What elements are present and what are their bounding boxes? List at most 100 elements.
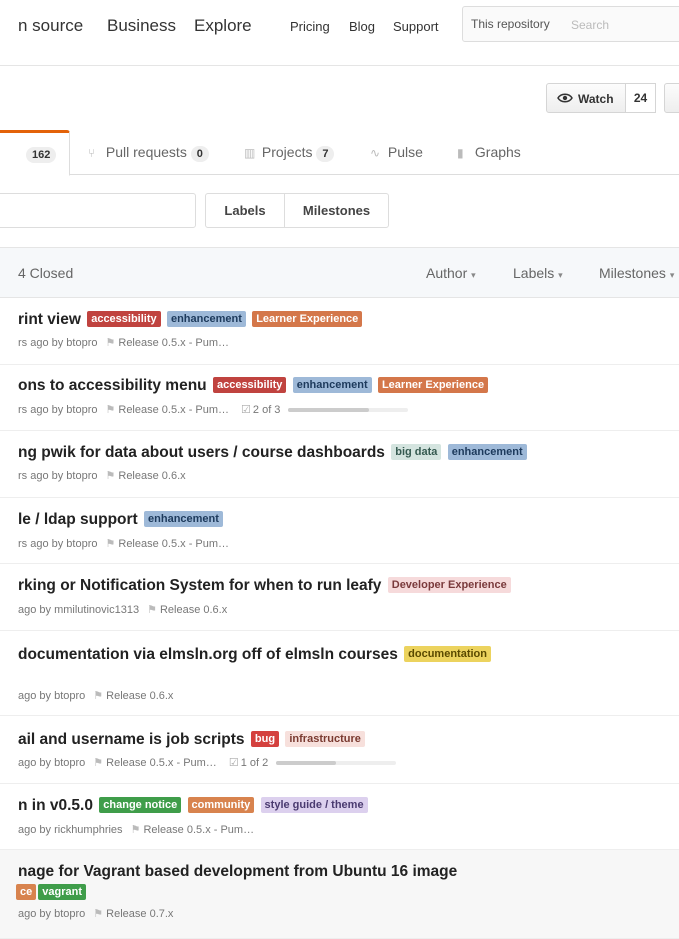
issue-label-infrastructure[interactable]: infrastructure <box>285 731 365 747</box>
issues-counter: 162 <box>26 147 57 163</box>
issue-opened-by: ago by mmilutinovic1313 <box>18 604 140 616</box>
labels-filter[interactable]: Labels ▾ <box>513 265 563 281</box>
issue-milestone-link[interactable]: Release 0.6.x <box>160 604 227 616</box>
milestone-icon: ⚑ <box>105 538 116 550</box>
issue-row: ons to accessibility menu accessibility … <box>0 365 679 431</box>
issue-title-link[interactable]: ng pwik for data about users / course da… <box>18 444 385 461</box>
issue-title-link[interactable]: n in v0.5.0 <box>18 797 93 814</box>
issue-title-link[interactable]: nage for Vagrant based development from … <box>18 863 457 880</box>
pulls-counter: 0 <box>190 146 209 162</box>
watch-button[interactable]: Watch <box>546 83 626 113</box>
issue-label-enhancement[interactable]: enhancement <box>447 444 527 460</box>
issue-title-line: le / ldap support enhancement <box>18 511 223 529</box>
task-progress-text: 2 of 3 <box>252 404 281 416</box>
caret-down-icon: ▾ <box>471 270 476 280</box>
milestone-icon: ⚑ <box>93 757 104 769</box>
issue-meta: rs ago by btopro ⚑ Release 0.5.x - Pum… <box>18 537 229 550</box>
issue-opened-by: rs ago by btopro <box>18 404 98 416</box>
issue-title-link[interactable]: rint view <box>18 311 81 328</box>
issue-title-line: ng pwik for data about users / course da… <box>18 444 527 462</box>
issue-milestone-link[interactable]: Release 0.5.x - Pum… <box>118 404 229 416</box>
nav-blog[interactable]: Blog <box>349 19 375 34</box>
issue-milestone-link[interactable]: Release 0.5.x - Pum… <box>143 824 254 836</box>
issue-milestone-link[interactable]: Release 0.5.x - Pum… <box>118 337 229 349</box>
issue-label-styleguide[interactable]: style guide / theme <box>260 797 368 813</box>
issue-label-bug[interactable]: bug <box>250 731 280 747</box>
issue-label-enhancement[interactable]: enhancement <box>292 377 372 393</box>
issue-label-accessibility[interactable]: accessibility <box>212 377 287 393</box>
issue-title-link[interactable]: ail and username is job scripts <box>18 731 245 748</box>
issue-milestone-link[interactable]: Release 0.5.x - Pum… <box>106 757 217 769</box>
task-progress-text: 1 of 2 <box>240 757 269 769</box>
issue-row: le / ldap support enhancement rs ago by b… <box>0 498 679 564</box>
milestone-icon: ⚑ <box>93 908 104 920</box>
issue-label-enhancement[interactable]: enhancement <box>166 311 246 327</box>
issue-title-line: rint view accessibility enhancement Lear… <box>18 311 363 329</box>
tab-issues[interactable]: 162 <box>0 130 70 176</box>
repo-tabs: 162 ⑂ Pull requests 0 ▥ Projects 7 ∿ Pul… <box>0 130 679 176</box>
issue-milestone-link[interactable]: Release 0.5.x - Pum… <box>118 538 229 550</box>
author-filter-label: Author <box>426 265 468 281</box>
nav-open-source[interactable]: n source <box>18 16 83 36</box>
labels-button[interactable]: Labels <box>205 193 285 228</box>
caret-down-icon: ▾ <box>669 270 675 280</box>
star-button[interactable] <box>664 83 679 113</box>
issue-label-ce[interactable]: ce <box>16 884 37 900</box>
search-input[interactable]: This repository Search <box>462 6 679 42</box>
issue-label-changenotice[interactable]: change notice <box>99 797 182 813</box>
pulse-icon: ∿ <box>370 146 381 160</box>
issue-row: documentation via elmsln.org off of elms… <box>0 631 679 716</box>
issue-label-vagrant[interactable]: vagrant <box>38 884 86 900</box>
issues-filter-input[interactable] <box>0 193 196 228</box>
nav-business[interactable]: Business <box>107 16 176 36</box>
project-icon: ▥ <box>244 146 256 160</box>
tab-pulse-label: Pulse <box>387 144 423 160</box>
issue-label-enhancement[interactable]: enhancement <box>144 511 223 527</box>
issue-row: nage for Vagrant based development from … <box>0 850 679 939</box>
issue-label-learner[interactable]: Learner Experience <box>377 377 489 393</box>
issue-label-accessibility[interactable]: accessibility <box>87 311 161 327</box>
issue-title-link[interactable]: le / ldap support <box>18 511 138 528</box>
nav-support[interactable]: Support <box>393 19 439 34</box>
closed-count-link[interactable]: 4 Closed <box>18 265 73 281</box>
checklist-icon: ☑ <box>228 757 239 769</box>
pull-request-icon: ⑂ <box>88 146 96 160</box>
tab-graphs-label: Graphs <box>474 144 521 160</box>
issue-label-learner[interactable]: Learner Experience <box>252 311 363 327</box>
issue-title-line: documentation via elmsln.org off of elms… <box>18 646 491 664</box>
issue-title-link[interactable]: rking or Notification System for when to… <box>18 577 381 594</box>
task-progress-fill <box>288 408 369 413</box>
milestone-icon: ⚑ <box>147 604 157 616</box>
milestone-icon: ⚑ <box>105 470 116 482</box>
issue-label-devexp[interactable]: Developer Experience <box>387 577 511 593</box>
issue-milestone-link[interactable]: Release 0.7.x <box>106 908 173 920</box>
issue-title-link[interactable]: ons to accessibility menu <box>18 377 207 394</box>
nav-pricing[interactable]: Pricing <box>290 19 330 34</box>
issue-label-community[interactable]: community <box>187 797 255 813</box>
issue-row: rint view accessibility enhancement Lear… <box>0 298 679 365</box>
task-progress-fill <box>276 761 337 766</box>
issue-opened-by: ago by btopro <box>18 690 86 702</box>
issue-milestone-link[interactable]: Release 0.6.x <box>118 470 185 482</box>
issue-label-documentation[interactable]: documentation <box>404 646 491 662</box>
issue-label-bigdata[interactable]: big data <box>391 444 442 460</box>
tab-graphs[interactable]: ▮ Graphs <box>457 144 521 160</box>
issue-title-line: ail and username is job scripts bug infr… <box>18 731 365 749</box>
nav-explore[interactable]: Explore <box>194 16 252 36</box>
issue-title-line: nage for Vagrant based development from … <box>18 863 457 881</box>
issue-opened-by: ago by btopro <box>18 908 86 920</box>
tab-projects-label: Projects <box>261 144 313 160</box>
task-progress-bar <box>276 761 397 766</box>
milestones-filter[interactable]: Milestones ▾ <box>599 265 674 281</box>
tab-projects[interactable]: ▥ Projects 7 <box>244 144 335 162</box>
issue-title-link[interactable]: documentation via elmsln.org off of elms… <box>18 646 398 663</box>
graph-icon: ▮ <box>457 146 464 160</box>
tab-pull-requests[interactable]: ⑂ Pull requests 0 <box>88 144 209 162</box>
issue-opened-by: rs ago by btopro <box>18 470 98 482</box>
author-filter[interactable]: Author ▾ <box>426 265 476 281</box>
watch-count[interactable]: 24 <box>626 83 656 113</box>
search-placeholder: Search <box>571 18 610 32</box>
issue-milestone-link[interactable]: Release 0.6.x <box>106 690 173 702</box>
tab-pulse[interactable]: ∿ Pulse <box>370 144 423 160</box>
milestones-button[interactable]: Milestones <box>284 193 389 228</box>
